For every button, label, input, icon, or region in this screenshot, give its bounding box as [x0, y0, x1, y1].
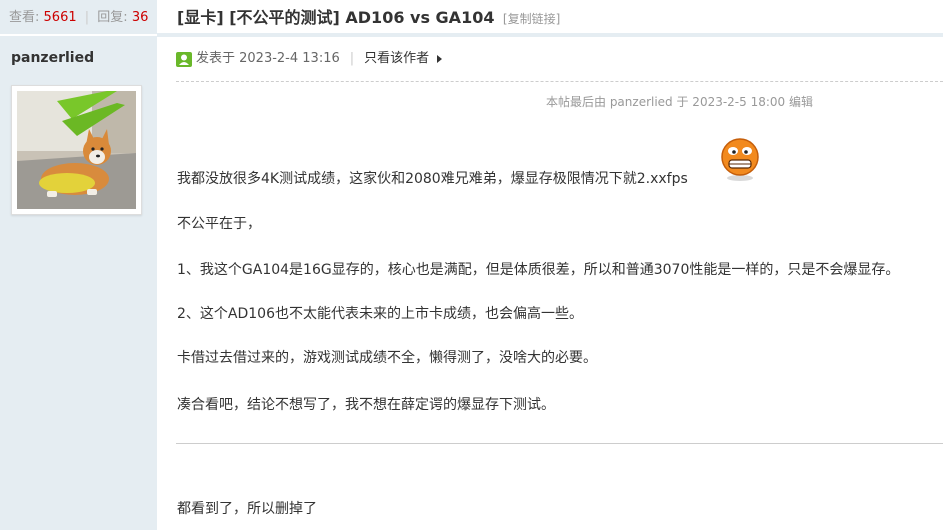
post-paragraph: 2、这个AD106也不太能代表未来的上市卡成绩，也会偏高一些。	[177, 306, 583, 322]
thread-stats: 查看: 5661 | 回复: 36	[0, 0, 157, 36]
views-label: 查看:	[9, 10, 40, 25]
avatar[interactable]	[11, 85, 142, 215]
replies-count: 36	[131, 10, 149, 25]
edited-note: 本帖最后由 panzerlied 于 2023-2-5 18:00 编辑	[546, 95, 813, 109]
post-footer-text: 都看到了，所以删掉了	[177, 501, 317, 517]
user-online-icon	[176, 51, 192, 67]
post-main: [显卡] [不公平的测试] AD106 vs GA104 [复制链接] 发表于 …	[157, 0, 943, 530]
chevron-right-icon	[437, 55, 443, 63]
post-timestamp: 发表于 2023-2-4 13:16	[196, 51, 340, 66]
stats-divider: |	[84, 10, 90, 25]
corgi-avatar-icon	[17, 91, 136, 209]
thread-title-bar: [显卡] [不公平的测试] AD106 vs GA104 [复制链接]	[157, 0, 943, 37]
thread-title: [显卡] [不公平的测试] AD106 vs GA104	[177, 8, 495, 27]
author-only-link[interactable]: 只看该作者	[364, 47, 429, 71]
post-paragraph: 不公平在于，	[177, 216, 261, 232]
frustrated-face-emoji-icon	[721, 138, 759, 181]
copy-link-button[interactable]: [复制链接]	[503, 12, 560, 26]
author-sidebar: 查看: 5661 | 回复: 36 panzerlied	[0, 0, 157, 530]
post-paragraph: 1、我这个GA104是16G显存的，核心也是满配，但是体质很差，所以和普通307…	[177, 262, 900, 278]
post-paragraph: 凑合看吧，结论不想写了，我不想在薛定谔的爆显存下测试。	[177, 397, 555, 413]
author-username[interactable]: panzerlied	[0, 36, 157, 66]
meta-divider: |	[349, 51, 355, 66]
views-count: 5661	[43, 10, 77, 25]
post-divider	[176, 443, 943, 444]
post-meta: 发表于 2023-2-4 13:16 | 只看该作者	[176, 47, 443, 71]
replies-label: 回复:	[97, 10, 128, 25]
post-paragraph: 卡借过去借过来的，游戏测试成绩不全，懒得测了，没啥大的必要。	[177, 350, 597, 366]
post-paragraph: 我都没放很多4K测试成绩，这家伙和2080难兄难弟，爆显存极限情况下就2.xxf…	[177, 171, 688, 187]
meta-separator	[176, 81, 943, 82]
